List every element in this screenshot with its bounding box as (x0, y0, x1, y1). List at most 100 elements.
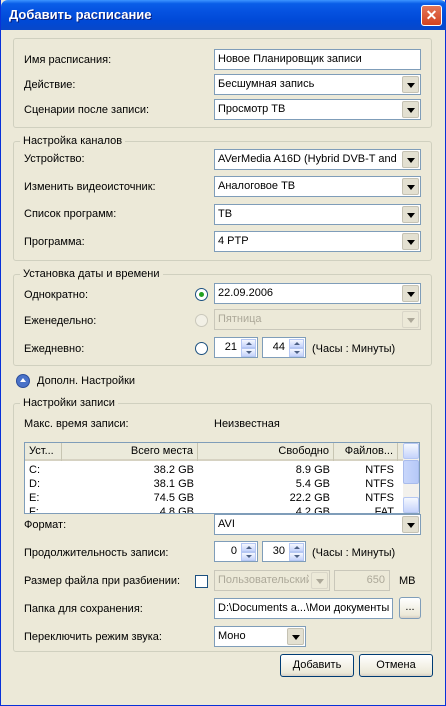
after-record-select[interactable]: Просмотр ТВ (214, 99, 421, 120)
drive-row[interactable]: C: 38.2 GB 8.9 GB NTFS (25, 463, 404, 477)
scroll-thumb[interactable] (403, 460, 419, 484)
program-label: Программа: (24, 236, 85, 248)
save-folder-label: Папка для сохранения: (24, 603, 143, 615)
audio-mode-select[interactable]: Моно (214, 626, 306, 647)
drive-free: 5.4 GB (295, 478, 330, 490)
daily-minute-spinner[interactable]: 44 (262, 337, 306, 358)
split-mode-value: Пользовательский (218, 574, 309, 586)
drive-fs: NTFS (365, 492, 394, 504)
cancel-button[interactable]: Отмена (359, 654, 433, 677)
action-label: Действие: (24, 79, 76, 91)
add-schedule-dialog: Добавить расписание ✕ Имя расписания: Но… (0, 0, 446, 706)
split-size-input[interactable]: 650 (334, 570, 390, 591)
spin-down-icon[interactable] (289, 348, 304, 357)
col-free[interactable]: Свободно (198, 443, 334, 461)
split-unit: MB (399, 575, 416, 587)
duration-minute-value: 30 (272, 545, 285, 557)
video-source-value: Аналоговое ТВ (218, 180, 296, 192)
drive-letter: D: (29, 478, 40, 490)
chevron-down-icon[interactable] (402, 206, 419, 223)
spin-down-icon[interactable] (241, 348, 256, 357)
spin-down-icon[interactable] (289, 552, 304, 561)
drive-total: 38.2 GB (153, 464, 194, 476)
program-select[interactable]: 4 PTP (214, 231, 421, 252)
drive-letter: E: (29, 492, 40, 504)
browse-button[interactable]: ... (399, 597, 421, 619)
chevron-down-icon[interactable] (287, 628, 304, 645)
drive-free: 22.2 GB (289, 492, 330, 504)
chevron-down-icon[interactable] (402, 101, 419, 118)
drive-row[interactable]: D: 38.1 GB 5.4 GB NTFS (25, 477, 404, 491)
after-record-value: Просмотр ТВ (218, 103, 286, 115)
action-select[interactable]: Бесшумная запись (214, 74, 421, 95)
spin-down-icon[interactable] (241, 552, 256, 561)
chevron-down-icon[interactable] (402, 311, 419, 328)
spin-up-icon[interactable] (289, 543, 304, 552)
video-source-label: Изменить видеоисточник: (24, 181, 156, 193)
chevron-down-icon[interactable] (402, 285, 419, 302)
split-size-value: 650 (366, 574, 385, 586)
channel-settings-panel: Настройка каналов Устройство: AVerMedia … (13, 135, 432, 261)
collapse-icon[interactable] (16, 374, 30, 388)
drive-fs: FAT (374, 506, 394, 514)
col-device[interactable]: Уст... (25, 443, 62, 461)
schedule-name-input[interactable]: Новое Планировщик записи (214, 49, 421, 70)
chevron-down-icon[interactable] (402, 178, 419, 195)
close-button[interactable]: ✕ (421, 5, 442, 26)
title-bar[interactable]: Добавить расписание ✕ (1, 0, 446, 30)
split-size-label: Размер файла при разбиении: (24, 575, 181, 587)
schedule-panel: Имя расписания: Новое Планировщик записи… (13, 38, 432, 128)
drive-row[interactable]: E: 74.5 GB 22.2 GB NTFS (25, 491, 404, 505)
once-radio[interactable] (195, 288, 208, 301)
scroll-down-icon[interactable] (403, 497, 419, 513)
drive-total: 4.8 GB (159, 506, 194, 514)
once-label: Однократно: (24, 289, 89, 301)
add-button[interactable]: Добавить (280, 654, 354, 677)
weekly-day-select[interactable]: Пятница (214, 309, 421, 330)
daily-radio[interactable] (195, 342, 208, 355)
split-checkbox[interactable] (195, 575, 208, 588)
scroll-up-icon[interactable] (403, 443, 419, 459)
audio-mode-value: Моно (218, 630, 246, 642)
format-label: Формат: (24, 519, 67, 531)
chevron-down-icon[interactable] (311, 572, 328, 589)
daily-hour-spinner[interactable]: 21 (214, 337, 258, 358)
daily-hour-value: 21 (224, 341, 237, 353)
spin-up-icon[interactable] (241, 543, 256, 552)
drive-free: 8.9 GB (295, 464, 330, 476)
spin-up-icon[interactable] (241, 339, 256, 348)
action-value: Бесшумная запись (218, 78, 315, 90)
device-select[interactable]: AVerMedia A16D (Hybrid DVB-T and N (214, 149, 421, 170)
duration-hint: (Часы : Минуты) (312, 547, 396, 559)
duration-minute-spinner[interactable]: 30 (262, 541, 306, 562)
drive-list-scrollbar[interactable] (403, 443, 419, 513)
program-value: 4 PTP (218, 235, 249, 247)
chevron-down-icon[interactable] (402, 76, 419, 93)
audio-mode-label: Переключить режим звука: (24, 631, 162, 643)
chevron-down-icon[interactable] (402, 151, 419, 168)
duration-hour-spinner[interactable]: 0 (214, 541, 258, 562)
chevron-down-icon[interactable] (402, 233, 419, 250)
advanced-settings-toggle[interactable]: Дополн. Настройки (37, 375, 135, 387)
once-date-select[interactable]: 22.09.2006 (214, 283, 421, 304)
daily-time-hint: (Часы : Минуты) (312, 343, 396, 355)
channel-settings-legend: Настройка каналов (20, 135, 126, 147)
drive-row[interactable]: F: 4.8 GB 4.2 GB FAT (25, 505, 404, 514)
schedule-name-value: Новое Планировщик записи (218, 53, 362, 65)
format-select[interactable]: AVI (214, 514, 421, 535)
col-filesystem[interactable]: Файлов... (334, 443, 398, 461)
save-folder-input[interactable]: D:\Documents a...\Мои документы (214, 598, 393, 619)
drive-letter: C: (29, 464, 40, 476)
drive-list[interactable]: Уст... Всего места Свободно Файлов... C:… (24, 442, 420, 514)
daily-label: Ежедневно: (24, 343, 85, 355)
split-mode-select[interactable]: Пользовательский (214, 570, 330, 591)
drive-fs: NTFS (365, 464, 394, 476)
program-list-select[interactable]: ТВ (214, 204, 421, 225)
spin-up-icon[interactable] (289, 339, 304, 348)
col-total[interactable]: Всего места (62, 443, 198, 461)
chevron-down-icon[interactable] (402, 516, 419, 533)
drive-letter: F: (29, 506, 39, 514)
video-source-select[interactable]: Аналоговое ТВ (214, 176, 421, 197)
weekly-radio[interactable] (195, 314, 208, 327)
program-list-value: ТВ (218, 208, 233, 220)
